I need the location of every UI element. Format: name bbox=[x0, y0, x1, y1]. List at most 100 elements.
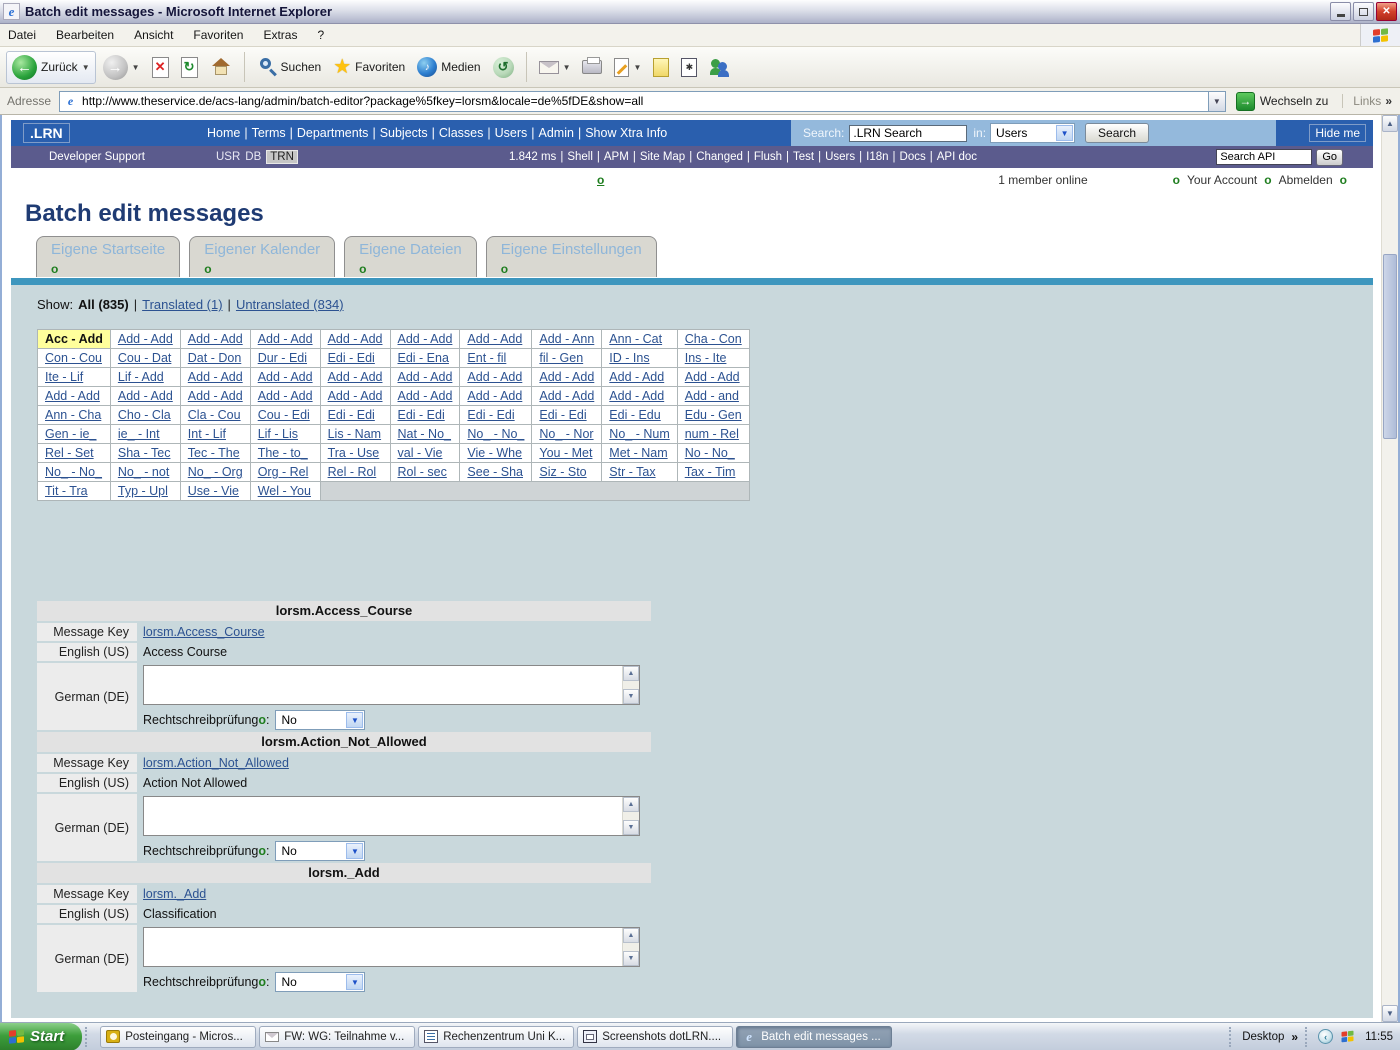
dev-link-flush[interactable]: Flush bbox=[754, 151, 782, 163]
menu-[interactable]: ? bbox=[317, 28, 324, 42]
german-translation-textarea[interactable] bbox=[144, 928, 622, 966]
range-link-sha-tec-6-1[interactable]: Sha - Tec bbox=[118, 446, 171, 460]
stop-button[interactable]: ✕ bbox=[147, 54, 174, 81]
nav-home[interactable]: Home bbox=[207, 126, 240, 140]
dev-link-site-map[interactable]: Site Map bbox=[640, 151, 685, 163]
menu-bearbeiten[interactable]: Bearbeiten bbox=[56, 28, 114, 42]
range-link-no-no-6-9[interactable]: No - No_ bbox=[685, 446, 735, 460]
range-link-tit-tra-8-0[interactable]: Tit - Tra bbox=[45, 484, 88, 498]
range-link-val-vie-6-5[interactable]: val - Vie bbox=[398, 446, 443, 460]
range-link-gen-ie-5-0[interactable]: Gen - ie_ bbox=[45, 427, 96, 441]
history-button[interactable]: ↺ bbox=[488, 54, 519, 81]
range-link-add-add-3-6[interactable]: Add - Add bbox=[467, 389, 522, 403]
refresh-button[interactable]: ↻ bbox=[176, 54, 203, 81]
fullscreen-button[interactable]: ✱ bbox=[676, 55, 702, 80]
range-link-add-add-3-2[interactable]: Add - Add bbox=[188, 389, 243, 403]
show-untranslated-link[interactable]: Untranslated (834) bbox=[236, 297, 344, 312]
range-link-vie-whe-6-6[interactable]: Vie - Whe bbox=[467, 446, 522, 460]
address-input[interactable]: e http://www.theservice.de/acs-lang/admi… bbox=[59, 91, 1209, 112]
range-link-add-add-3-8[interactable]: Add - Add bbox=[609, 389, 664, 403]
your-account-link[interactable]: Your Account bbox=[1187, 173, 1257, 187]
range-link-cha-con-0-9[interactable]: Cha - Con bbox=[685, 332, 742, 346]
range-link-add-add-2-8[interactable]: Add - Add bbox=[609, 370, 664, 384]
links-toolbar-label[interactable]: Links bbox=[1342, 94, 1381, 108]
range-link-lif-add-2-1[interactable]: Lif - Add bbox=[118, 370, 164, 384]
start-button[interactable]: Start bbox=[0, 1023, 82, 1050]
spellcheck-marker-link[interactable]: o bbox=[258, 975, 266, 989]
menu-datei[interactable]: Datei bbox=[8, 28, 36, 42]
dev-link-shell[interactable]: Shell bbox=[567, 151, 593, 163]
spellcheck-marker-link[interactable]: o bbox=[258, 844, 266, 858]
tray-chevron-icon[interactable]: » bbox=[1291, 1030, 1298, 1044]
nav-show-xtra-info[interactable]: Show Xtra Info bbox=[585, 126, 667, 140]
spellcheck-select[interactable]: No▼ bbox=[275, 710, 365, 730]
range-link-cou-edi-4-3[interactable]: Cou - Edi bbox=[258, 408, 310, 422]
dev-link-changed[interactable]: Changed bbox=[696, 151, 743, 163]
range-link-tra-use-6-4[interactable]: Tra - Use bbox=[328, 446, 380, 460]
range-link-met-nam-6-8[interactable]: Met - Nam bbox=[609, 446, 667, 460]
discuss-button[interactable] bbox=[648, 55, 674, 80]
scrollbar-thumb[interactable] bbox=[1383, 254, 1397, 439]
tray-handle[interactable] bbox=[1229, 1027, 1235, 1047]
range-link-rol-sec-7-5[interactable]: Rol - sec bbox=[398, 465, 447, 479]
range-link-lis-nam-5-4[interactable]: Lis - Nam bbox=[328, 427, 381, 441]
mail-button[interactable]: ▼ bbox=[534, 58, 576, 77]
range-link-add-add-0-5[interactable]: Add - Add bbox=[398, 332, 453, 346]
edit-button[interactable]: ▼ bbox=[609, 55, 646, 80]
range-link-add-add-2-4[interactable]: Add - Add bbox=[328, 370, 383, 384]
range-link-add-add-2-3[interactable]: Add - Add bbox=[258, 370, 313, 384]
message-key-link[interactable]: lorsm.Action_Not_Allowed bbox=[143, 756, 289, 770]
menu-favoriten[interactable]: Favoriten bbox=[193, 28, 243, 42]
textarea-scroll-up-icon[interactable]: ▲ bbox=[623, 928, 639, 943]
range-link-see-sha-7-6[interactable]: See - Sha bbox=[467, 465, 523, 479]
range-link-add-add-0-1[interactable]: Add - Add bbox=[118, 332, 173, 346]
range-link-add-add-3-0[interactable]: Add - Add bbox=[45, 389, 100, 403]
tab-marker-link[interactable]: o bbox=[51, 262, 165, 276]
range-link-ann-cat-0-8[interactable]: Ann - Cat bbox=[609, 332, 662, 346]
home-button[interactable] bbox=[205, 54, 237, 80]
range-link-cou-dat-1-1[interactable]: Cou - Dat bbox=[118, 351, 172, 365]
minimize-button[interactable] bbox=[1330, 2, 1351, 21]
range-link-edi-edu-4-8[interactable]: Edi - Edu bbox=[609, 408, 660, 422]
lrn-search-input[interactable] bbox=[849, 125, 967, 142]
restore-button[interactable] bbox=[1353, 2, 1374, 21]
range-link-tax-tim-7-9[interactable]: Tax - Tim bbox=[685, 465, 736, 479]
hide-me-link[interactable]: Hide me bbox=[1309, 124, 1366, 142]
tray-windows-icon[interactable] bbox=[1342, 1031, 1354, 1043]
spellcheck-select[interactable]: No▼ bbox=[275, 972, 365, 992]
messenger-button[interactable] bbox=[704, 54, 736, 80]
scrollbar-track[interactable] bbox=[1382, 132, 1398, 1005]
task-screenshots-dotlrn[interactable]: Screenshots dotLRN.... bbox=[577, 1026, 733, 1048]
scroll-up-button[interactable]: ▲ bbox=[1382, 115, 1398, 132]
nav-classes[interactable]: Classes bbox=[439, 126, 483, 140]
tab-marker-link[interactable]: o bbox=[501, 262, 642, 276]
task-posteingang-micros[interactable]: Posteingang - Micros... bbox=[100, 1026, 256, 1048]
center-marker-link[interactable]: o bbox=[597, 173, 604, 187]
range-link-add-add-2-5[interactable]: Add - Add bbox=[398, 370, 453, 384]
print-button[interactable] bbox=[577, 57, 607, 77]
favorites-button[interactable]: ★ Favoriten bbox=[328, 54, 410, 80]
menu-ansicht[interactable]: Ansicht bbox=[134, 28, 173, 42]
forward-dropdown-icon[interactable]: ▼ bbox=[132, 63, 140, 72]
api-go-button[interactable]: Go bbox=[1316, 149, 1343, 166]
range-link-no-no-7-0[interactable]: No_ - No_ bbox=[45, 465, 102, 479]
menu-extras[interactable]: Extras bbox=[263, 28, 297, 42]
range-link-id-ins-1-8[interactable]: ID - Ins bbox=[609, 351, 649, 365]
range-link-dat-don-1-2[interactable]: Dat - Don bbox=[188, 351, 242, 365]
textarea-scroll-up-icon[interactable]: ▲ bbox=[623, 797, 639, 812]
range-link-ite-lif-2-0[interactable]: Ite - Lif bbox=[45, 370, 83, 384]
range-link-cho-cla-4-1[interactable]: Cho - Cla bbox=[118, 408, 171, 422]
range-link-you-met-6-7[interactable]: You - Met bbox=[539, 446, 592, 460]
range-link-add-add-0-4[interactable]: Add - Add bbox=[328, 332, 383, 346]
spellcheck-marker-link[interactable]: o bbox=[258, 713, 266, 727]
range-link-edi-edi-4-6[interactable]: Edi - Edi bbox=[467, 408, 514, 422]
range-link-edi-edi-4-4[interactable]: Edi - Edi bbox=[328, 408, 375, 422]
dev-mode-usr[interactable]: USR bbox=[216, 151, 240, 163]
range-link-ann-cha-4-0[interactable]: Ann - Cha bbox=[45, 408, 101, 422]
desktop-toolbar-label[interactable]: Desktop bbox=[1242, 1031, 1284, 1043]
range-link-edi-edi-4-7[interactable]: Edi - Edi bbox=[539, 408, 586, 422]
textarea-scroll-down-icon[interactable]: ▼ bbox=[623, 951, 639, 966]
range-link-cla-cou-4-2[interactable]: Cla - Cou bbox=[188, 408, 241, 422]
nav-users[interactable]: Users bbox=[495, 126, 528, 140]
german-translation-textarea[interactable] bbox=[144, 666, 622, 704]
